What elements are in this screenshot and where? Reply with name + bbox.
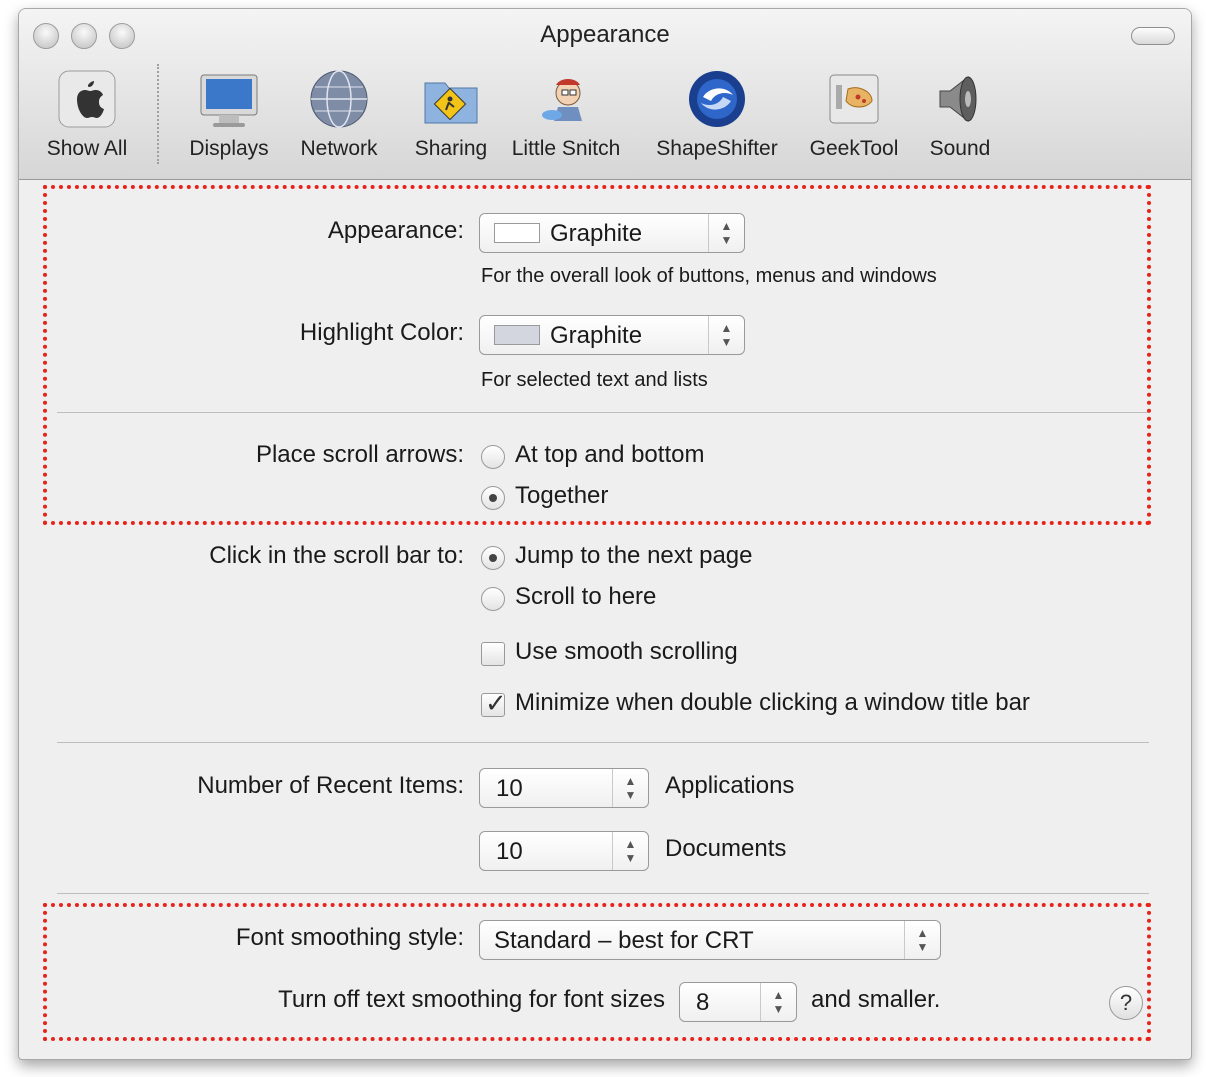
checkbox-label: Use smooth scrolling <box>515 638 738 665</box>
divider <box>57 742 1149 743</box>
minimize-double-click-checkbox[interactable] <box>481 688 507 719</box>
toolbar-label: Sharing <box>414 137 488 160</box>
toolbar-little-snitch[interactable]: Little Snitch <box>505 67 627 161</box>
toolbar-label: Network <box>300 137 378 160</box>
toolbar-sharing[interactable]: Sharing <box>397 67 505 161</box>
recent-items-label: Number of Recent Items: <box>197 772 464 799</box>
smooth-scrolling-checkbox[interactable] <box>481 642 505 666</box>
toolbar-displays[interactable]: Displays <box>179 67 279 161</box>
toolbar-label: Little Snitch <box>511 137 621 160</box>
divider <box>57 893 1149 894</box>
toolbar-network[interactable]: Network <box>289 67 389 161</box>
toolbar-label: Show All <box>46 137 128 160</box>
title-toolbar-area: Appearance Show All Displays Network Sha… <box>19 9 1191 180</box>
network-globe-icon <box>307 67 371 131</box>
toolbar-separator <box>157 64 159 164</box>
scroll-click-label: Click in the scroll bar to: <box>209 542 464 569</box>
little-snitch-icon <box>534 67 598 131</box>
radio-label: Jump to the next page <box>515 542 753 569</box>
apple-icon <box>55 67 119 131</box>
toolbar-show-all[interactable]: Show All <box>37 67 137 161</box>
shapeshifter-icon <box>685 67 749 131</box>
toolbar-sound[interactable]: Sound <box>905 67 1015 161</box>
preferences-window: Appearance Show All Displays Network Sha… <box>18 8 1192 1060</box>
recent-applications-popup[interactable]: 10 ▲ ▼ <box>479 768 649 808</box>
toolbar-label: Sound <box>929 137 991 160</box>
toolbar-label: GeekTool <box>809 137 899 160</box>
geektool-icon <box>822 67 886 131</box>
documents-label: Documents <box>665 835 787 862</box>
recent-documents-value: 10 <box>496 838 523 865</box>
speaker-icon <box>928 67 992 131</box>
window-title: Appearance <box>540 21 670 48</box>
highlight-box-bottom <box>43 903 1151 1041</box>
recent-documents-popup[interactable]: 10 ▲ ▼ <box>479 831 649 871</box>
display-icon <box>197 67 261 131</box>
toolbar-label: ShapeShifter <box>656 137 778 160</box>
radio-jump-to-next-page[interactable] <box>481 546 505 570</box>
highlight-box-top <box>43 185 1151 525</box>
toolbar-label: Displays <box>189 137 269 160</box>
checkbox-label: Minimize when double clicking a window t… <box>515 689 1030 716</box>
toolbar-shapeshifter[interactable]: ShapeShifter <box>647 67 787 161</box>
updown-arrows-icon: ▲ ▼ <box>612 832 648 870</box>
applications-label: Applications <box>665 772 795 799</box>
sharing-folder-icon <box>419 67 483 131</box>
recent-applications-value: 10 <box>496 775 523 802</box>
toolbar-geektool[interactable]: GeekTool <box>799 67 909 161</box>
toolbar-toggle-button[interactable] <box>1131 27 1175 45</box>
radio-label: Scroll to here <box>515 583 657 610</box>
radio-scroll-to-here[interactable] <box>481 587 505 611</box>
updown-arrows-icon: ▲ ▼ <box>612 769 648 807</box>
